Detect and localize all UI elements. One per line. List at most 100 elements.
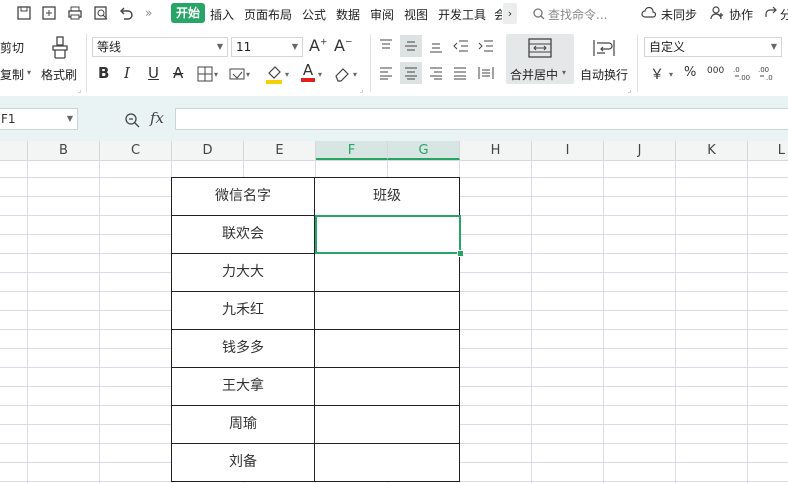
clear-format-icon[interactable] — [334, 66, 352, 82]
column-header-e[interactable]: E — [244, 141, 316, 160]
align-middle-button[interactable] — [400, 35, 422, 57]
fill-color-icon[interactable] — [265, 64, 283, 84]
align-center-button[interactable] — [400, 62, 422, 84]
percent-icon[interactable]: % — [684, 65, 696, 80]
strikethrough-icon[interactable]: A — [173, 64, 183, 82]
cell-style-icon[interactable] — [229, 66, 245, 82]
column-header-i[interactable]: I — [532, 141, 604, 160]
name-cell[interactable]: 力大大 — [172, 254, 315, 291]
font-color-dropdown-icon[interactable]: ▾ — [318, 70, 322, 79]
fill-color-dropdown-icon[interactable]: ▾ — [285, 70, 289, 79]
insert-function-button[interactable]: fx — [150, 109, 164, 127]
copy-button[interactable]: 复制 — [0, 66, 24, 83]
column-header-d[interactable]: D — [172, 141, 244, 160]
font-name-select[interactable]: 等线 ▼ — [92, 37, 228, 57]
cut-button[interactable]: 剪切 — [0, 39, 24, 56]
header-cell-class[interactable]: 班级 — [315, 178, 459, 215]
gridline — [747, 160, 748, 483]
underline-icon[interactable]: U — [148, 64, 159, 82]
align-bottom-icon[interactable] — [429, 39, 443, 53]
class-cell[interactable] — [315, 368, 459, 405]
class-cell[interactable] — [315, 330, 459, 367]
column-header-k[interactable]: K — [676, 141, 748, 160]
active-cell-selection[interactable] — [315, 215, 461, 254]
increase-indent-icon[interactable] — [478, 39, 494, 53]
borders-icon[interactable] — [197, 66, 213, 82]
number-format-select[interactable]: 自定义 ▼ — [644, 37, 782, 57]
tab-review[interactable]: 审阅 — [370, 6, 394, 23]
tabs-scroll-right-button[interactable]: › — [503, 3, 517, 24]
tab-formulas[interactable]: 公式 — [302, 6, 326, 23]
export-pdf-icon[interactable] — [41, 5, 57, 21]
save-icon[interactable] — [16, 5, 32, 21]
sync-status-button[interactable]: 未同步 — [661, 6, 697, 23]
class-cell[interactable] — [315, 406, 459, 443]
font-size-select[interactable]: 11 ▼ — [231, 37, 303, 57]
tab-member[interactable]: 会 — [494, 6, 502, 23]
clipboard-launcher-icon[interactable]: ⌟ — [78, 86, 81, 94]
increase-decimal-icon[interactable]: .0.00 — [733, 65, 751, 81]
table-row: 周瑜 — [172, 406, 459, 444]
italic-icon[interactable]: I — [124, 64, 130, 82]
cell-style-dropdown-icon[interactable]: ▾ — [246, 70, 250, 79]
column-header-b[interactable]: B — [28, 141, 100, 160]
tab-developer[interactable]: 开发工具 — [438, 6, 486, 23]
currency-dropdown-icon[interactable]: ▾ — [669, 70, 673, 79]
share-button[interactable]: 分 — [780, 6, 788, 23]
wrap-text-button[interactable]: 自动换行 — [580, 66, 628, 83]
merge-dropdown-icon[interactable]: ▾ — [562, 68, 566, 77]
column-header-j[interactable]: J — [604, 141, 676, 160]
column-header-c[interactable]: C — [100, 141, 172, 160]
name-cell[interactable]: 九禾红 — [172, 292, 315, 329]
align-top-icon[interactable] — [379, 39, 393, 53]
name-cell[interactable]: 刘备 — [172, 444, 315, 481]
collaborate-button[interactable]: 协作 — [729, 6, 753, 23]
zoom-icon[interactable] — [124, 112, 140, 128]
column-header-h[interactable]: H — [460, 141, 532, 160]
justify-icon[interactable] — [453, 66, 467, 80]
currency-icon[interactable]: ￥ — [650, 64, 664, 84]
class-cell[interactable] — [315, 444, 459, 481]
more-quick-access-icon[interactable]: » — [145, 6, 152, 20]
bold-icon[interactable]: B — [98, 64, 109, 82]
decrease-indent-icon[interactable] — [453, 39, 469, 53]
increase-font-size-icon[interactable]: A+ — [309, 36, 328, 55]
tab-insert[interactable]: 插入 — [210, 6, 234, 23]
name-cell[interactable]: 联欢会 — [172, 216, 315, 253]
distributed-align-icon[interactable] — [478, 66, 494, 80]
command-search-input[interactable]: 查找命令... — [548, 6, 607, 23]
class-cell[interactable] — [315, 292, 459, 329]
column-header-g[interactable]: G — [388, 141, 460, 160]
name-cell[interactable]: 钱多多 — [172, 330, 315, 367]
column-header-f[interactable]: F — [316, 141, 388, 160]
formula-input[interactable] — [175, 108, 788, 130]
thousands-separator-icon[interactable]: 000 — [707, 66, 724, 76]
font-color-icon[interactable]: A — [301, 62, 315, 82]
borders-dropdown-icon[interactable]: ▾ — [214, 70, 218, 79]
merge-center-button[interactable]: 合并居中 ▾ — [506, 34, 574, 84]
column-header-a[interactable] — [0, 141, 28, 160]
undo-icon[interactable] — [118, 5, 134, 21]
header-cell-wechat-name[interactable]: 微信名字 — [172, 178, 315, 215]
column-header-l[interactable]: L — [748, 141, 788, 160]
name-cell[interactable]: 周瑜 — [172, 406, 315, 443]
decrease-decimal-icon[interactable]: .00.0 — [758, 65, 776, 81]
name-cell[interactable]: 王大拿 — [172, 368, 315, 405]
tab-start[interactable]: 开始 — [171, 3, 205, 23]
print-icon[interactable] — [67, 5, 83, 21]
copy-dropdown-icon[interactable]: ▾ — [27, 68, 31, 77]
align-left-icon[interactable] — [379, 66, 393, 80]
class-cell[interactable] — [315, 254, 459, 291]
tab-page-layout[interactable]: 页面布局 — [244, 6, 292, 23]
format-painter-button[interactable]: 格式刷 — [41, 66, 77, 83]
tab-view[interactable]: 视图 — [404, 6, 428, 23]
print-preview-icon[interactable] — [93, 5, 109, 21]
decrease-font-size-icon[interactable]: A− — [334, 36, 353, 55]
alignment-launcher-icon[interactable]: ⌟ — [628, 86, 631, 94]
fill-handle[interactable] — [457, 250, 464, 257]
clear-format-dropdown-icon[interactable]: ▾ — [353, 70, 357, 79]
tab-data[interactable]: 数据 — [336, 6, 360, 23]
name-box[interactable]: F1 ▼ — [0, 108, 78, 130]
align-right-icon[interactable] — [429, 66, 443, 80]
font-launcher-icon[interactable]: ⌟ — [360, 86, 363, 94]
